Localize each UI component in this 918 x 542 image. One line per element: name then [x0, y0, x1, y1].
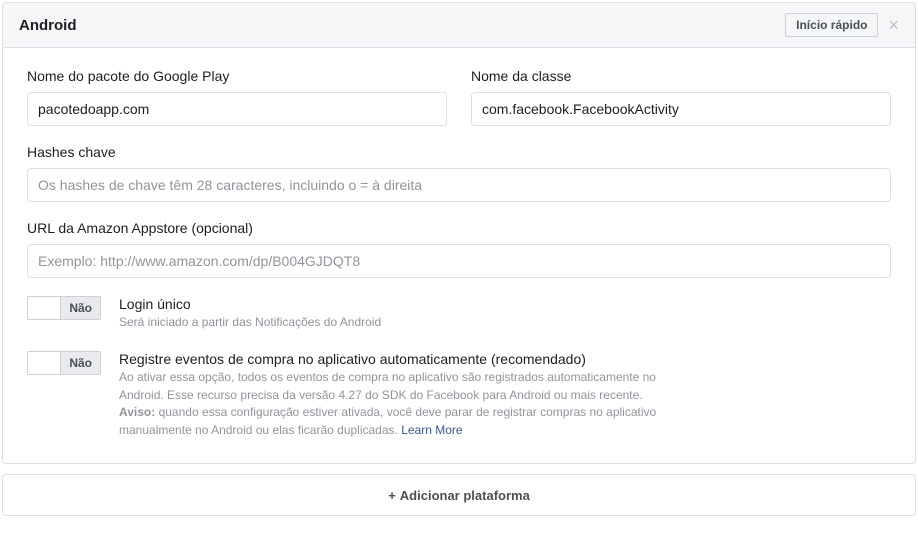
sso-title: Login único [119, 296, 667, 312]
package-name-label: Nome do pacote do Google Play [27, 68, 447, 84]
plus-icon: + [388, 488, 396, 503]
purchase-warn-text: quando essa configuração estiver ativada… [119, 405, 656, 436]
class-name-label: Nome da classe [471, 68, 891, 84]
purchase-warn-label: Aviso: [119, 405, 155, 419]
quick-start-button[interactable]: Início rápido [785, 13, 878, 37]
amazon-url-label: URL da Amazon Appstore (opcional) [27, 220, 891, 236]
panel-body: Nome do pacote do Google Play Nome da cl… [3, 48, 915, 463]
purchase-events-description: Ao ativar essa opção, todos os eventos d… [119, 369, 667, 439]
purchase-events-toggle[interactable]: Não [27, 351, 101, 375]
add-platform-label: Adicionar plataforma [400, 488, 530, 503]
amazon-url-input[interactable] [27, 244, 891, 278]
key-hashes-label: Hashes chave [27, 144, 891, 160]
add-platform-button[interactable]: + Adicionar plataforma [2, 474, 916, 516]
learn-more-link[interactable]: Learn More [401, 423, 462, 437]
purchase-events-title: Registre eventos de compra no aplicativo… [119, 351, 667, 367]
sso-description: Será iniciado a partir das Notificações … [119, 314, 667, 331]
sso-toggle[interactable]: Não [27, 296, 101, 320]
toggle-off-label: Não [60, 352, 100, 374]
close-icon[interactable]: × [888, 16, 899, 34]
key-hashes-input[interactable] [27, 168, 891, 202]
header-actions: Início rápido × [785, 13, 899, 37]
panel-header: Android Início rápido × [3, 3, 915, 48]
android-settings-panel: Android Início rápido × Nome do pacote d… [2, 2, 916, 464]
panel-title: Android [19, 17, 77, 34]
purchase-desc-line1: Ao ativar essa opção, todos os eventos d… [119, 370, 656, 401]
package-name-input[interactable] [27, 92, 447, 126]
toggle-off-label: Não [60, 297, 100, 319]
class-name-input[interactable] [471, 92, 891, 126]
